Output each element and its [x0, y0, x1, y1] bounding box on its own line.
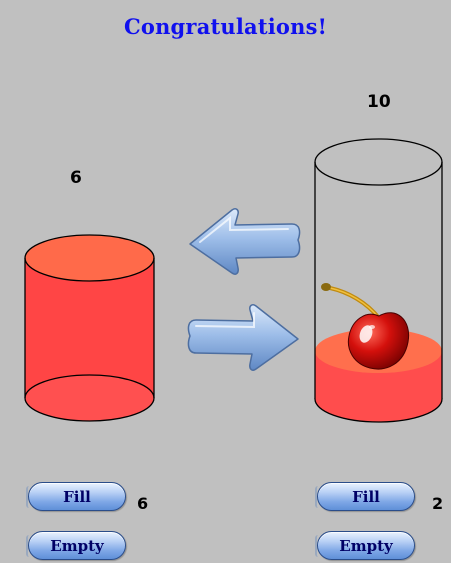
right-jug-amount: 2 [432, 494, 444, 513]
arrow-left-icon[interactable] [189, 208, 301, 275]
jug-scene [24, 138, 443, 423]
right-empty-button[interactable]: Empty [315, 531, 415, 560]
left-fill-button[interactable]: Fill [26, 482, 126, 511]
right-jug [314, 138, 443, 423]
left-jug-amount: 6 [137, 494, 149, 513]
left-empty-button[interactable]: Empty [26, 531, 126, 560]
arrow-right-icon[interactable] [187, 304, 299, 371]
left-jug [24, 234, 155, 422]
right-fill-button[interactable]: Fill [315, 482, 415, 511]
